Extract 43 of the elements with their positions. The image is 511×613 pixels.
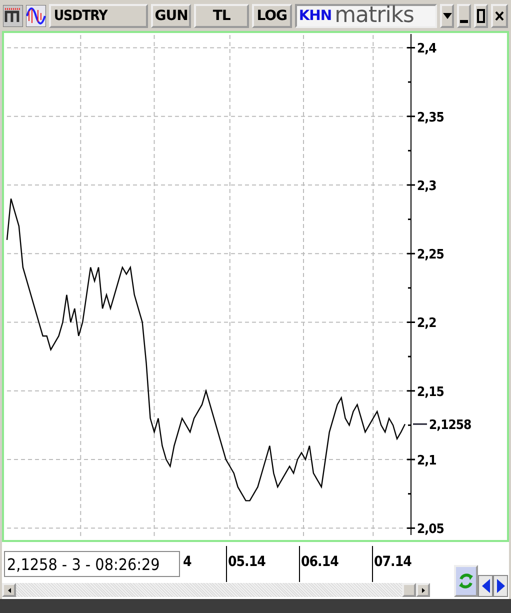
toolbar-button[interactable]: GUN <box>151 4 192 28</box>
toolbar-button[interactable]: LOG <box>252 4 292 28</box>
horizontal-scrollbar[interactable] <box>2 583 430 597</box>
close-icon <box>495 10 504 20</box>
scroll-thumb[interactable] <box>402 583 416 597</box>
left-arrow-icon <box>482 579 490 593</box>
axis-tick-label: 4 <box>183 554 192 570</box>
axis-tick-label: 2,05 <box>417 522 444 538</box>
maximize-icon <box>477 8 486 22</box>
axis-tick-label: 06.14 <box>301 554 338 570</box>
close-button[interactable] <box>491 4 508 28</box>
scroll-left-button[interactable] <box>2 583 16 597</box>
brand-logo: matriks <box>334 4 414 26</box>
caret-icon <box>442 12 452 18</box>
right-arrow-icon <box>422 588 424 592</box>
axis-tick-label: 2,3 <box>417 178 436 194</box>
dropdown-button[interactable] <box>440 4 454 28</box>
axis-tick-label: 05.14 <box>228 554 266 570</box>
refresh-button[interactable] <box>454 565 478 597</box>
axis-tick-label: 2,15 <box>417 384 444 400</box>
axis-tick-label: 2,4 <box>417 42 436 57</box>
last-price-marker <box>413 423 427 425</box>
maximize-button[interactable] <box>474 4 488 28</box>
symbol-field[interactable]: USDTRY <box>48 4 148 28</box>
price-readout-field[interactable]: 2,1258 - 3 - 08:26:29 <box>4 551 180 577</box>
left-arrow-icon <box>8 588 10 592</box>
refresh-icon <box>458 571 474 591</box>
previous-button[interactable] <box>478 575 493 597</box>
mode-label: KHN <box>298 8 332 24</box>
right-arrow-icon <box>496 579 504 593</box>
last-price-label: 2,1258 <box>429 418 472 434</box>
axis-tick-label: 2,35 <box>417 110 444 126</box>
wave-icon[interactable] <box>26 4 46 26</box>
minimize-button[interactable] <box>457 4 472 28</box>
scroll-right-button[interactable] <box>416 583 430 597</box>
toolbar-button[interactable]: TL <box>194 4 249 28</box>
axis-tick-label: 07.14 <box>374 554 412 570</box>
minimize-icon <box>460 20 468 22</box>
axis-tick-label: 2,1 <box>417 454 436 468</box>
axis-tick-label: 2,25 <box>417 248 444 263</box>
m-logo-icon[interactable] <box>3 4 23 26</box>
axis-tick-label: 2,2 <box>417 316 436 332</box>
next-button[interactable] <box>493 575 508 597</box>
